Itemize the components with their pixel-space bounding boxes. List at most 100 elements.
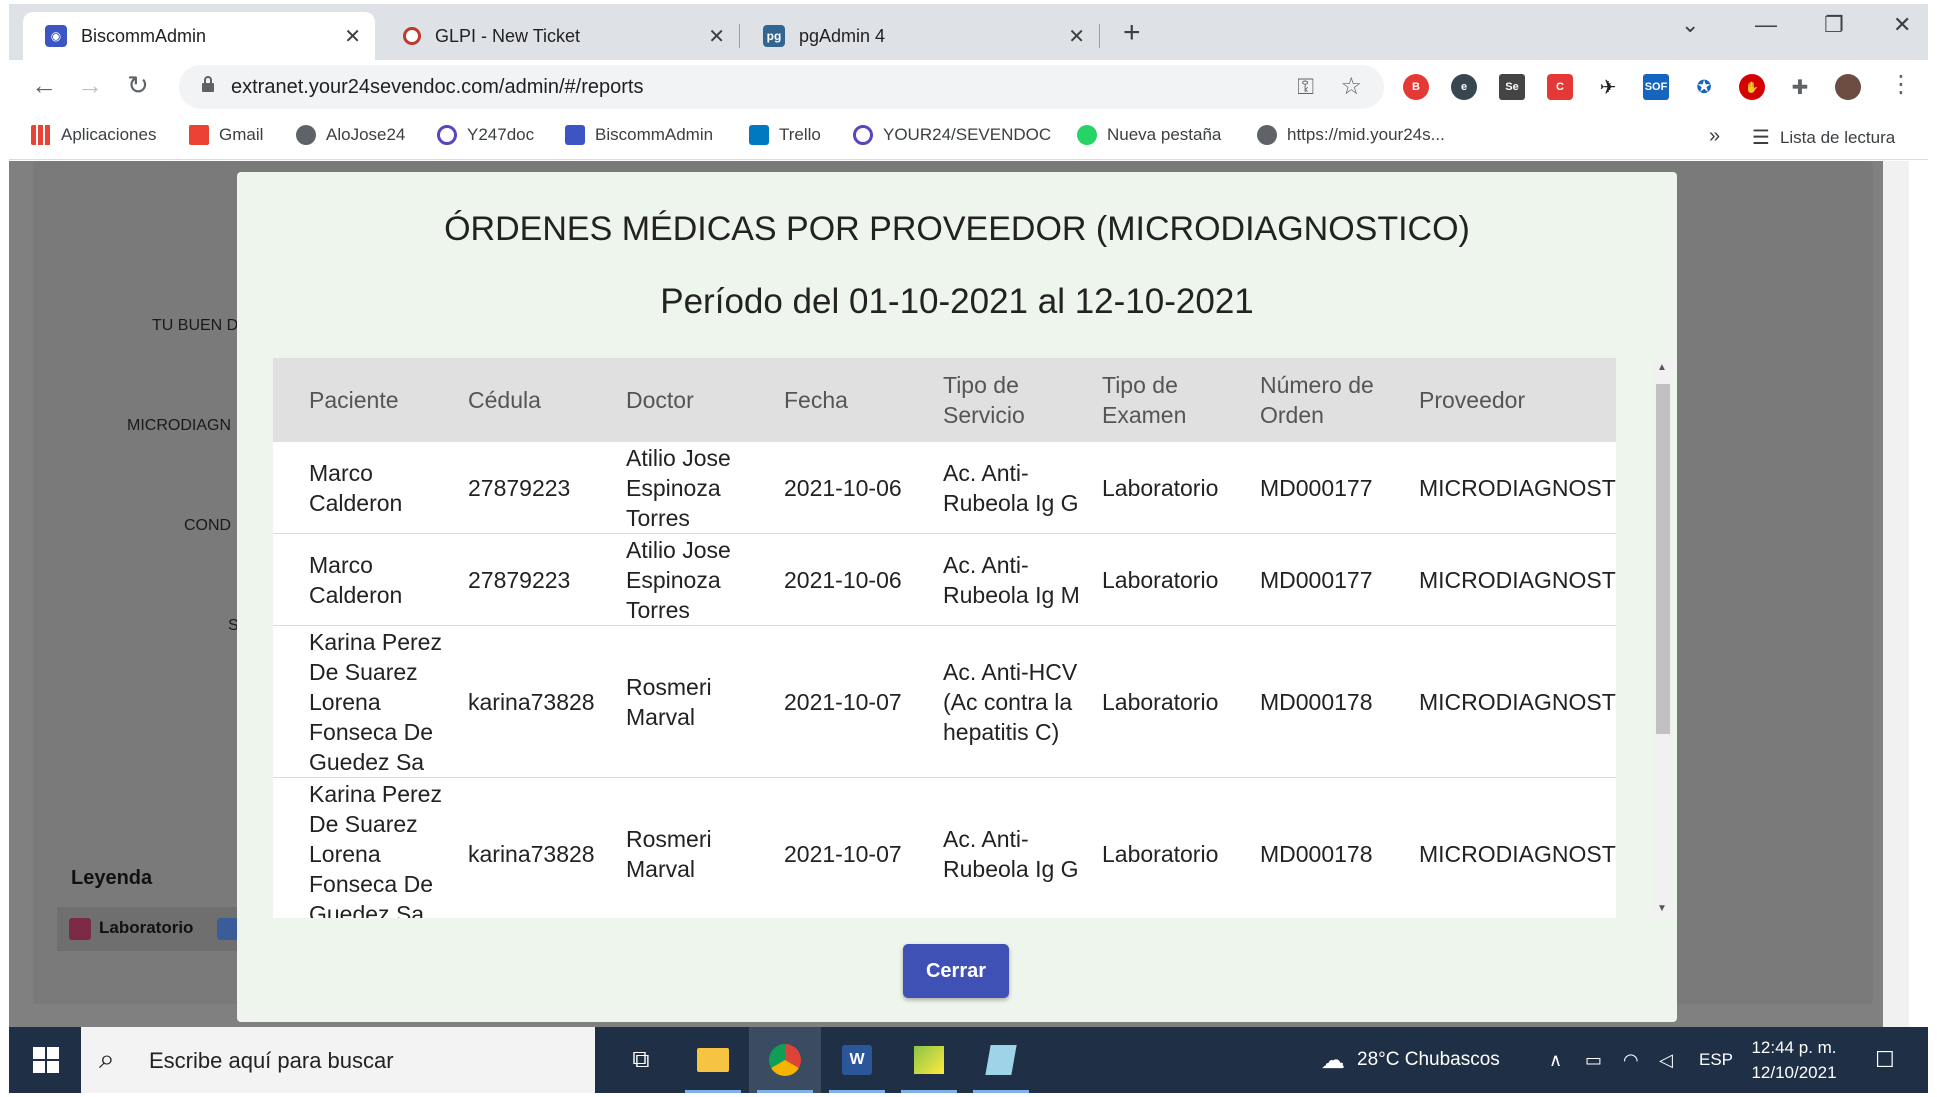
table-row[interactable]: Karina Perez De Suarez Lorena Fonseca De Gue… — [273, 778, 1616, 918]
cell-fecha: 2021-10-07 — [784, 841, 902, 867]
cell-servicio: Ac. Anti- Rubeola Ig M — [943, 552, 1080, 608]
reading-list[interactable]: ☰ Lista de lectura — [1752, 125, 1895, 150]
bookmark-apps[interactable]: Aplicaciones — [31, 125, 156, 145]
taskbar-search[interactable]: ⌕ Escribe aquí para buscar — [81, 1027, 595, 1093]
restore-icon[interactable]: ❐ — [1824, 12, 1844, 38]
adblock-icon[interactable]: ✋ — [1739, 74, 1765, 100]
report-modal: ÓRDENES MÉDICAS POR PROVEEDOR (MICRODIAG… — [237, 172, 1677, 1022]
cell-cedula: 27879223 — [468, 567, 571, 593]
reload-icon[interactable]: ↻ — [127, 70, 149, 101]
tray-chevron-icon[interactable]: ∧ — [1549, 1027, 1562, 1093]
bookmark-star-icon[interactable]: ☆ — [1340, 72, 1362, 101]
cell-fecha: 2021-10-06 — [784, 567, 902, 593]
new-tab-icon[interactable]: + — [1123, 16, 1141, 50]
your24-icon — [853, 125, 873, 145]
notepad-icon[interactable] — [965, 1027, 1037, 1093]
notifications-icon[interactable]: ☐ — [1875, 1027, 1895, 1093]
bookmark-nueva-pestana[interactable]: Nueva pestaña — [1077, 125, 1221, 145]
close-button[interactable]: Cerrar — [903, 944, 1009, 998]
bookmark-gmail[interactable]: Gmail — [189, 125, 263, 145]
table-row[interactable]: Karina Perez De Suarez Lorena Fonseca De Gue… — [273, 626, 1616, 778]
bookmark-trello[interactable]: Trello — [749, 125, 821, 145]
scroll-down-icon[interactable]: ▼ — [1657, 903, 1667, 914]
search-icon: ⌕ — [99, 1043, 115, 1074]
bookmark-alojose24[interactable]: AloJose24 — [296, 125, 405, 145]
password-key-icon[interactable]: ⚿ — [1297, 74, 1314, 100]
extension-icon[interactable]: C — [1547, 74, 1573, 100]
cell-doctor: Atilio Jose Espinoza Torres — [626, 445, 731, 531]
profile-avatar[interactable] — [1835, 74, 1861, 100]
menu-kebab-icon[interactable]: ⋮ — [1889, 70, 1913, 99]
page-scrollbar[interactable] — [1883, 161, 1909, 1027]
legend-label: Laboratorio — [99, 918, 194, 937]
cell-proveedor: MICRODIAGNOSTI — [1419, 567, 1616, 593]
weather-cloud-icon: ☁ — [1321, 1046, 1345, 1074]
task-view-icon[interactable]: ⧉ — [605, 1027, 677, 1093]
bar-label: MICRODIAGN — [127, 417, 231, 434]
volume-icon[interactable]: ◁ — [1659, 1027, 1673, 1093]
close-tab-icon[interactable]: ✕ — [1068, 24, 1085, 49]
tab-pgadmin[interactable]: pg pgAdmin 4 ✕ — [741, 12, 1100, 60]
scroll-up-icon[interactable]: ▲ — [1657, 362, 1667, 373]
wifi-icon[interactable]: ◠ — [1623, 1027, 1639, 1093]
bookmark-mid-your24s[interactable]: https://mid.your24s... — [1257, 125, 1445, 145]
language-indicator[interactable]: ESP — [1699, 1027, 1733, 1093]
cell-doctor: Rosmeri Marval — [626, 674, 712, 730]
address-bar[interactable]: extranet.your24sevendoc.com/admin/#/repo… — [179, 65, 1384, 109]
table-header: Paciente Cédula Doctor Fecha Tipo de Servicio… — [273, 358, 1616, 442]
table-row[interactable]: Marco Calderon 27879223 Atilio Jose Espinoza… — [273, 442, 1616, 534]
cell-paciente: Marco Calderon — [309, 552, 403, 608]
selenium-icon[interactable]: Se — [1499, 74, 1525, 100]
extension-icon[interactable]: ✈ — [1595, 74, 1621, 100]
bookmark-your24sevendoc[interactable]: YOUR24/SEVENDOC — [853, 125, 1051, 145]
forward-icon[interactable]: → — [77, 70, 103, 101]
cell-paciente: Marco Calderon — [309, 460, 403, 516]
tab-glpi[interactable]: GLPI - New Ticket ✕ — [381, 12, 740, 60]
bookmark-biscommadmin[interactable]: BiscommAdmin — [565, 125, 713, 145]
clock[interactable]: 12:44 p. m. 12/10/2021 — [1739, 1035, 1849, 1085]
cell-cedula: 27879223 — [468, 475, 571, 501]
column-header: Proveedor — [1419, 387, 1526, 413]
tab-search-chevron-icon[interactable]: ⌄ — [1681, 12, 1699, 38]
cell-orden: MD000177 — [1260, 475, 1373, 501]
close-tab-icon[interactable]: ✕ — [708, 24, 725, 49]
column-header: Doctor — [626, 387, 694, 413]
extension-icon[interactable]: SOF — [1643, 74, 1669, 100]
search-placeholder: Escribe aquí para buscar — [149, 1048, 394, 1073]
bar-label: TU BUEN D — [152, 317, 239, 334]
windows-start-icon[interactable] — [33, 1047, 59, 1073]
minimize-icon[interactable]: — — [1755, 12, 1777, 38]
cell-examen: Laboratorio — [1102, 689, 1219, 715]
table-scrollbar[interactable]: ▲ ▼ — [1653, 358, 1673, 918]
globe-icon — [1257, 125, 1277, 145]
cell-fecha: 2021-10-07 — [784, 689, 902, 715]
back-icon[interactable]: ← — [31, 70, 57, 101]
windows-taskbar: ⌕ Escribe aquí para buscar ⧉ W ☁ 28°C Ch… — [9, 1027, 1928, 1093]
cell-proveedor: MICRODIAGNOSTI — [1419, 475, 1616, 501]
word-icon[interactable]: W — [821, 1027, 893, 1093]
file-explorer-icon[interactable] — [677, 1027, 749, 1093]
cell-cedula: karina73828 — [468, 689, 595, 715]
weather-widget[interactable]: ☁ 28°C Chubascos — [1321, 1027, 1500, 1093]
scroll-thumb[interactable] — [1656, 384, 1670, 734]
column-header: Tipo de Servicio — [943, 372, 1025, 428]
extension-icon[interactable]: e — [1451, 74, 1477, 100]
extension-icon[interactable]: B — [1403, 74, 1429, 100]
modal-title: ÓRDENES MÉDICAS POR PROVEEDOR (MICRODIAG… — [444, 210, 1470, 248]
close-tab-icon[interactable]: ✕ — [344, 24, 361, 49]
biscomm-icon — [565, 125, 585, 145]
tab-biscommadmin[interactable]: ◉ BiscommAdmin ✕ — [23, 12, 375, 60]
close-window-icon[interactable]: ✕ — [1893, 12, 1911, 38]
battery-icon[interactable]: ▭ — [1585, 1027, 1602, 1093]
globe-icon — [296, 125, 316, 145]
browser-toolbar: ← → ↻ extranet.your24sevendoc.com/admin/… — [9, 60, 1928, 114]
paint-icon[interactable] — [893, 1027, 965, 1093]
cell-orden: MD000178 — [1260, 841, 1373, 867]
table-row[interactable]: Marco Calderon 27879223 Atilio Jose Espinoza… — [273, 534, 1616, 626]
bookmark-y247doc[interactable]: Y247doc — [437, 125, 534, 145]
chrome-icon[interactable] — [749, 1027, 821, 1093]
more-bookmarks-icon[interactable]: » — [1709, 125, 1720, 148]
cell-orden: MD000177 — [1260, 567, 1373, 593]
extension-icon[interactable]: ✪ — [1691, 74, 1717, 100]
extensions-puzzle-icon[interactable]: ✚ — [1787, 74, 1813, 100]
